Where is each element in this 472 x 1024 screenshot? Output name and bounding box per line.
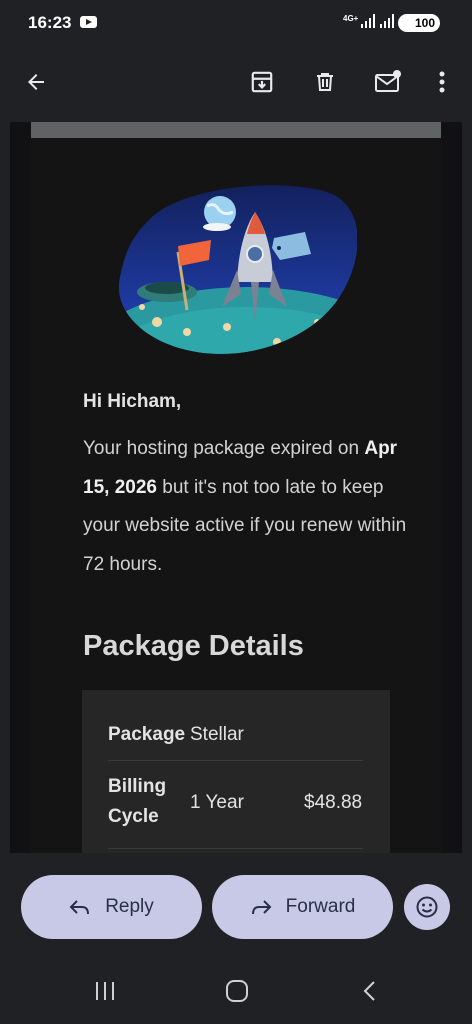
battery-icon: 100: [398, 14, 440, 32]
recent-apps-icon: [96, 982, 114, 1000]
package-label: Package: [108, 724, 186, 745]
header-banner-strip: [31, 122, 441, 138]
youtube-icon: [80, 16, 97, 28]
package-row: Package Stellar: [108, 720, 363, 761]
email-message: Your hosting package expired on Apr 15, …: [83, 430, 413, 584]
billing-cycle-row: Billing Cycle 1 Year $48.88: [108, 762, 363, 849]
back-nav-button[interactable]: [354, 979, 384, 1003]
emoji-icon: [416, 896, 438, 918]
billing-cycle-value: 1 Year: [190, 792, 244, 813]
rocket-illustration: [118, 185, 357, 354]
package-details-table: Package Stellar Billing Cycle 1 Year $48…: [82, 690, 390, 853]
signal-icon: [361, 14, 375, 28]
home-button[interactable]: [222, 979, 252, 1003]
forward-label: Forward: [285, 896, 356, 917]
more-vert-icon: [439, 71, 445, 93]
status-bar: 16:23 4G+ 100: [0, 0, 472, 46]
signal-icon-2: [380, 14, 394, 28]
back-nav-icon: [363, 981, 375, 1001]
email-content: Hi Hicham, Your hosting package expired …: [30, 138, 442, 853]
emoji-reaction-button[interactable]: [404, 884, 450, 930]
forward-icon: [251, 900, 272, 915]
email-body[interactable]: Hi Hicham, Your hosting package expired …: [10, 122, 462, 853]
package-details-title: Package Details: [83, 630, 304, 662]
email-greeting: Hi Hicham,: [83, 391, 182, 412]
billing-price: $48.88: [304, 792, 363, 813]
status-time: 16:23: [28, 13, 72, 32]
mark-unread-button[interactable]: [364, 58, 412, 106]
network-type: 4G+: [343, 14, 359, 23]
email-toolbar: [0, 46, 472, 120]
back-button[interactable]: [12, 58, 60, 106]
reply-icon: [69, 900, 90, 915]
recent-apps-button[interactable]: [90, 979, 120, 1003]
reply-button[interactable]: Reply: [21, 875, 202, 939]
reply-label: Reply: [105, 896, 154, 917]
back-arrow-icon: [28, 74, 44, 90]
mark-unread-icon: [375, 70, 401, 92]
message-intro: Your hosting package expired on: [83, 438, 360, 459]
billing-label-line1: Billing: [108, 776, 167, 797]
forward-button[interactable]: Forward: [212, 875, 393, 939]
archive-button[interactable]: [238, 58, 286, 106]
archive-icon: [251, 71, 273, 93]
delete-button[interactable]: [301, 58, 349, 106]
delete-icon: [317, 73, 333, 91]
system-navigation-bar: [0, 953, 472, 1024]
action-bar: Reply Forward: [0, 853, 472, 953]
home-icon: [226, 980, 248, 1002]
package-value: Stellar: [190, 724, 244, 745]
more-options-button[interactable]: [418, 58, 466, 106]
billing-label-line2: Cycle: [108, 806, 159, 827]
